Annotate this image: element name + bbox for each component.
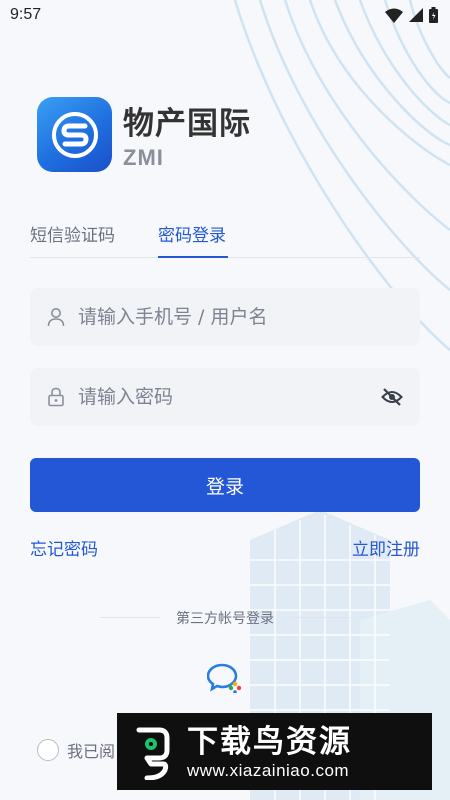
lock-icon <box>46 387 66 407</box>
username-field <box>30 288 420 346</box>
wechat-work-icon <box>207 663 242 693</box>
wifi-icon <box>385 8 403 23</box>
status-icons <box>385 7 438 23</box>
username-input[interactable] <box>78 306 404 328</box>
agreement-text: 我已阅 <box>67 742 116 761</box>
status-bar: 9:57 <box>0 0 450 30</box>
wechat-work-login-button[interactable] <box>195 648 255 708</box>
agreement-checkbox[interactable] <box>37 739 59 761</box>
agreement-row: 我已阅 <box>37 738 115 762</box>
login-button[interactable]: 登录 <box>30 458 420 512</box>
login-tabs: 短信验证码 密码登录 <box>30 224 420 258</box>
status-time: 9:57 <box>10 6 42 23</box>
app-name: 物产国际 <box>123 106 251 142</box>
third-party-label: 第三方帐号登录 <box>176 611 274 627</box>
password-field <box>30 368 420 426</box>
tab-password-login[interactable]: 密码登录 <box>158 224 226 257</box>
tab-sms-code[interactable]: 短信验证码 <box>30 224 115 257</box>
user-icon <box>46 307 66 327</box>
battery-icon <box>429 7 438 23</box>
register-link[interactable]: 立即注册 <box>352 535 420 560</box>
app-subtitle: ZMI <box>123 145 164 170</box>
cellular-signal-icon <box>409 8 423 22</box>
eye-off-icon[interactable] <box>380 385 404 409</box>
password-input[interactable] <box>78 386 380 408</box>
watermark-title: 下载鸟资源 <box>187 723 352 760</box>
zmi-logo-icon <box>51 111 98 158</box>
watermark-url: www.xiazainiao.com <box>187 760 350 780</box>
active-tab-indicator <box>158 256 228 258</box>
app-logo <box>37 97 112 172</box>
bird-logo-icon <box>127 723 177 781</box>
forgot-password-link[interactable]: 忘记密码 <box>30 535 98 560</box>
site-watermark: 下载鸟资源 www.xiazainiao.com <box>117 713 432 790</box>
